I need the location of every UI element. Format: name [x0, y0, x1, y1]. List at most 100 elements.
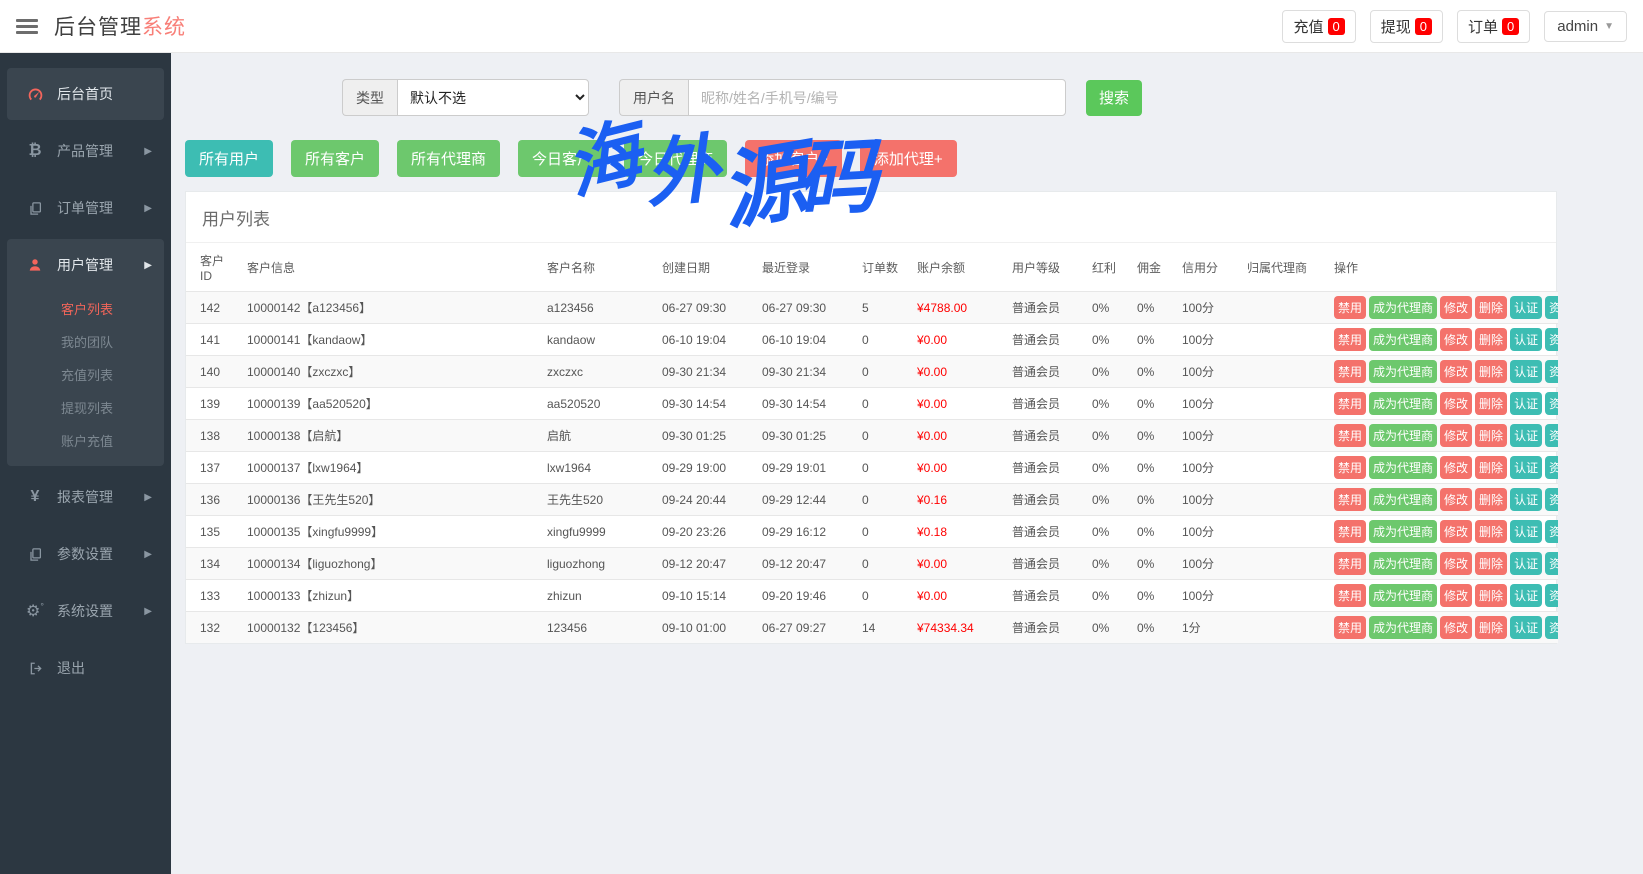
disable-button[interactable]: 禁用 — [1334, 456, 1366, 479]
disable-button[interactable]: 禁用 — [1334, 296, 1366, 319]
withdraw-count-badge: 0 — [1415, 18, 1432, 35]
edit-button[interactable]: 修改 — [1440, 328, 1472, 351]
funds-button[interactable]: 资金 — [1545, 360, 1558, 383]
bitcoin-icon: ₿ — [23, 142, 47, 160]
verify-button[interactable]: 认证 — [1510, 584, 1542, 607]
quick-all-customers-button[interactable]: 所有客户 — [291, 140, 379, 177]
edit-button[interactable]: 修改 — [1440, 552, 1472, 575]
username-input[interactable] — [688, 79, 1066, 116]
delete-button[interactable]: 删除 — [1475, 328, 1507, 351]
sidebar-item-params[interactable]: 参数设置▶ — [7, 528, 164, 580]
disable-button[interactable]: 禁用 — [1334, 552, 1366, 575]
column-header: 红利 — [1086, 243, 1131, 292]
disable-button[interactable]: 禁用 — [1334, 488, 1366, 511]
delete-button[interactable]: 删除 — [1475, 424, 1507, 447]
admin-dropdown[interactable]: admin ▼ — [1544, 11, 1627, 42]
verify-button[interactable]: 认证 — [1510, 424, 1542, 447]
funds-button[interactable]: 资金 — [1545, 616, 1558, 639]
delete-button[interactable]: 删除 — [1475, 488, 1507, 511]
delete-button[interactable]: 删除 — [1475, 552, 1507, 575]
disable-button[interactable]: 禁用 — [1334, 424, 1366, 447]
quick-add-customer-button[interactable]: 添加客户+ — [745, 140, 842, 177]
become-agent-button[interactable]: 成为代理商 — [1369, 584, 1437, 607]
delete-button[interactable]: 删除 — [1475, 520, 1507, 543]
delete-button[interactable]: 删除 — [1475, 296, 1507, 319]
orders-button[interactable]: 订单0 — [1457, 10, 1530, 43]
become-agent-button[interactable]: 成为代理商 — [1369, 328, 1437, 351]
disable-button[interactable]: 禁用 — [1334, 360, 1366, 383]
verify-button[interactable]: 认证 — [1510, 552, 1542, 575]
verify-button[interactable]: 认证 — [1510, 296, 1542, 319]
edit-button[interactable]: 修改 — [1440, 424, 1472, 447]
sidebar-item-home[interactable]: 后台首页 — [7, 68, 164, 120]
column-header: 客户名称 — [541, 243, 656, 292]
edit-button[interactable]: 修改 — [1440, 616, 1472, 639]
delete-button[interactable]: 删除 — [1475, 360, 1507, 383]
delete-button[interactable]: 删除 — [1475, 456, 1507, 479]
become-agent-button[interactable]: 成为代理商 — [1369, 296, 1437, 319]
sidebar-item-users[interactable]: 用户管理▶ — [7, 239, 164, 291]
disable-button[interactable]: 禁用 — [1334, 328, 1366, 351]
search-button[interactable]: 搜索 — [1086, 80, 1142, 116]
verify-button[interactable]: 认证 — [1510, 616, 1542, 639]
disable-button[interactable]: 禁用 — [1334, 616, 1366, 639]
sidebar-subitem-recharge-list[interactable]: 充值列表 — [7, 359, 164, 392]
sidebar-item-orders[interactable]: 订单管理▶ — [7, 182, 164, 234]
funds-button[interactable]: 资金 — [1545, 552, 1558, 575]
become-agent-button[interactable]: 成为代理商 — [1369, 488, 1437, 511]
sidebar-subitem-account-recharge[interactable]: 账户充值 — [7, 425, 164, 458]
verify-button[interactable]: 认证 — [1510, 456, 1542, 479]
funds-button[interactable]: 资金 — [1545, 424, 1558, 447]
sidebar-item-reports[interactable]: ¥报表管理▶ — [7, 471, 164, 523]
quick-today-customers-button[interactable]: 今日客户 — [518, 140, 606, 177]
sidebar-subitem-customer-list[interactable]: 客户列表 — [7, 293, 164, 326]
funds-button[interactable]: 资金 — [1545, 456, 1558, 479]
become-agent-button[interactable]: 成为代理商 — [1369, 552, 1437, 575]
panel-title: 用户列表 — [186, 192, 1556, 243]
disable-button[interactable]: 禁用 — [1334, 520, 1366, 543]
verify-button[interactable]: 认证 — [1510, 392, 1542, 415]
become-agent-button[interactable]: 成为代理商 — [1369, 392, 1437, 415]
delete-button[interactable]: 删除 — [1475, 392, 1507, 415]
quick-add-agent-button[interactable]: 添加代理+ — [860, 140, 957, 177]
edit-button[interactable]: 修改 — [1440, 392, 1472, 415]
withdraw-button[interactable]: 提现0 — [1370, 10, 1443, 43]
type-select[interactable]: 默认不选 — [397, 79, 589, 116]
become-agent-button[interactable]: 成为代理商 — [1369, 520, 1437, 543]
edit-button[interactable]: 修改 — [1440, 360, 1472, 383]
funds-button[interactable]: 资金 — [1545, 488, 1558, 511]
become-agent-button[interactable]: 成为代理商 — [1369, 360, 1437, 383]
cell-commission: 0% — [1131, 612, 1176, 644]
funds-button[interactable]: 资金 — [1545, 584, 1558, 607]
disable-button[interactable]: 禁用 — [1334, 584, 1366, 607]
delete-button[interactable]: 删除 — [1475, 616, 1507, 639]
edit-button[interactable]: 修改 — [1440, 520, 1472, 543]
quick-all-users-button[interactable]: 所有用户 — [185, 140, 273, 177]
verify-button[interactable]: 认证 — [1510, 488, 1542, 511]
sidebar-subitem-my-team[interactable]: 我的团队 — [7, 326, 164, 359]
edit-button[interactable]: 修改 — [1440, 488, 1472, 511]
sidebar-item-logout[interactable]: 退出 — [7, 642, 164, 694]
become-agent-button[interactable]: 成为代理商 — [1369, 424, 1437, 447]
funds-button[interactable]: 资金 — [1545, 520, 1558, 543]
edit-button[interactable]: 修改 — [1440, 584, 1472, 607]
funds-button[interactable]: 资金 — [1545, 328, 1558, 351]
become-agent-button[interactable]: 成为代理商 — [1369, 616, 1437, 639]
hamburger-menu-icon[interactable] — [16, 19, 38, 34]
verify-button[interactable]: 认证 — [1510, 328, 1542, 351]
verify-button[interactable]: 认证 — [1510, 360, 1542, 383]
sidebar-item-products[interactable]: ₿产品管理▶ — [7, 125, 164, 177]
quick-today-agents-button[interactable]: 今日代理商 — [624, 140, 727, 177]
funds-button[interactable]: 资金 — [1545, 296, 1558, 319]
recharge-button[interactable]: 充值0 — [1282, 10, 1355, 43]
sidebar-item-system[interactable]: ⚙°系统设置▶ — [7, 585, 164, 637]
disable-button[interactable]: 禁用 — [1334, 392, 1366, 415]
funds-button[interactable]: 资金 — [1545, 392, 1558, 415]
edit-button[interactable]: 修改 — [1440, 456, 1472, 479]
delete-button[interactable]: 删除 — [1475, 584, 1507, 607]
quick-all-agents-button[interactable]: 所有代理商 — [397, 140, 500, 177]
sidebar-subitem-withdraw-list[interactable]: 提现列表 — [7, 392, 164, 425]
become-agent-button[interactable]: 成为代理商 — [1369, 456, 1437, 479]
verify-button[interactable]: 认证 — [1510, 520, 1542, 543]
edit-button[interactable]: 修改 — [1440, 296, 1472, 319]
